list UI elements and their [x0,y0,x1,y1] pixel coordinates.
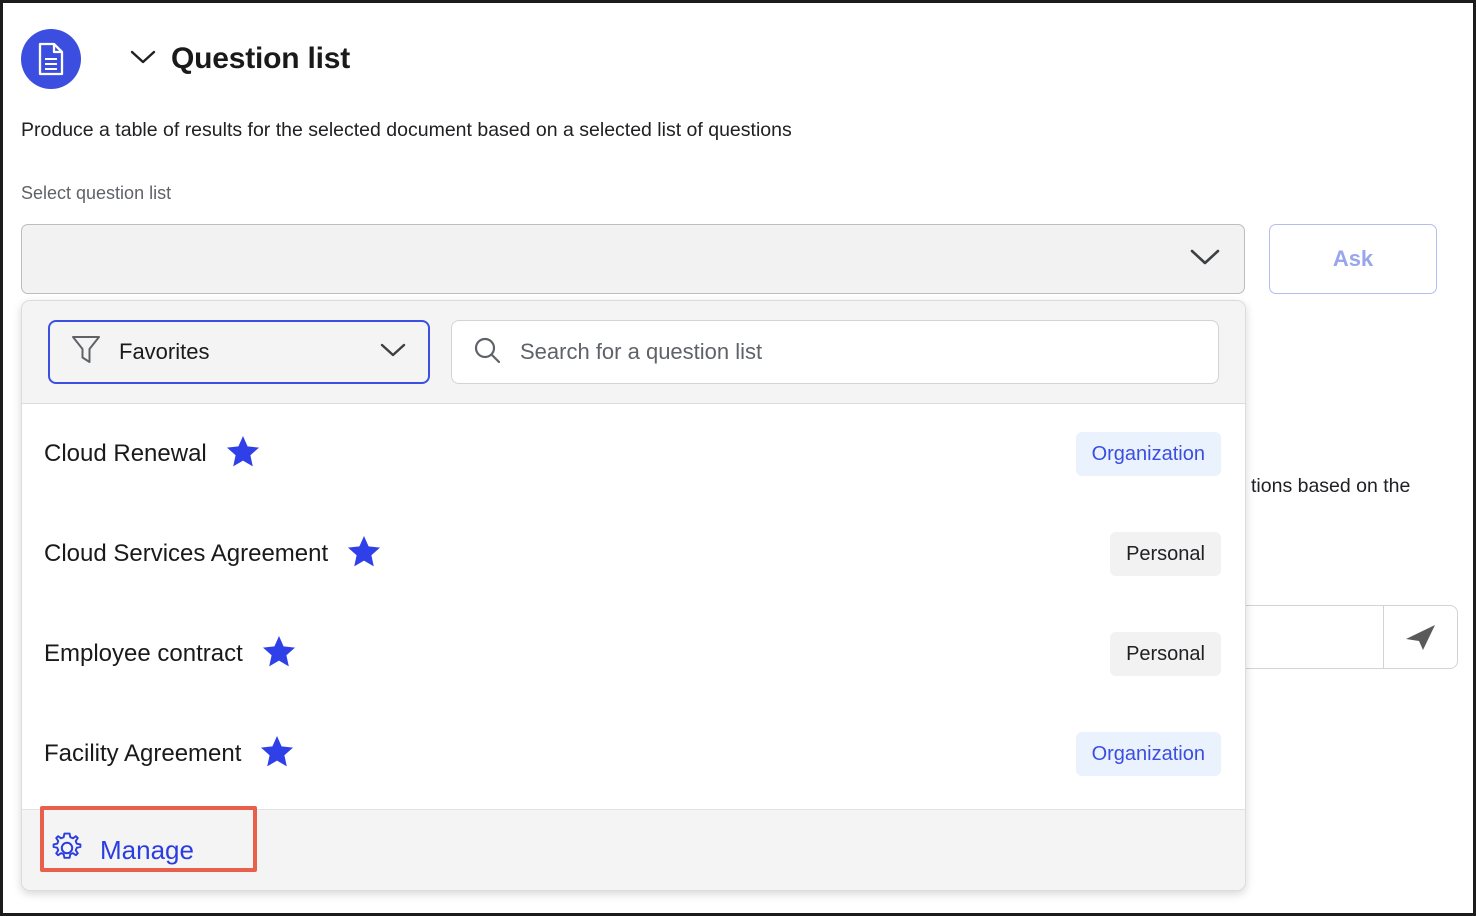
star-icon[interactable] [347,535,381,573]
dropdown-toolbar: Favorites Search for a question list [22,301,1245,404]
search-icon [472,335,502,370]
panel-header: Question list [21,29,350,89]
list-item-label: Cloud Services Agreement [44,540,329,567]
list-item[interactable]: Facility Agreement Organization [22,704,1245,804]
question-list-options: Cloud Renewal Organization Cloud Service… [22,404,1245,809]
status-badge: Organization [1075,432,1221,476]
question-list-dropdown-panel: Favorites Search for a question list Clo… [21,300,1246,891]
chevron-down-icon [378,341,408,364]
page-title: Question list [171,42,351,75]
app-screenshot: tions based on the Question list Produce… [0,0,1476,916]
dropdown-footer: Manage [22,806,1245,890]
filter-icon [70,333,102,372]
question-list-search-input[interactable]: Search for a question list [451,320,1219,384]
ask-button[interactable]: Ask [1269,224,1437,294]
list-item-label: Cloud Renewal [44,440,207,467]
star-icon[interactable] [226,435,260,473]
list-item[interactable]: Employee contract Personal [22,604,1245,704]
question-list-select[interactable] [21,224,1245,294]
search-placeholder: Search for a question list [520,339,763,364]
status-badge: Personal [1110,632,1221,676]
select-question-list-label: Select question list [21,183,172,203]
list-item[interactable]: Cloud Services Agreement Personal [22,504,1245,604]
document-icon [21,29,81,89]
list-item[interactable]: Cloud Renewal Organization [22,404,1245,504]
favorites-filter-label: Favorites [119,339,210,364]
gear-icon [50,831,84,870]
manage-label: Manage [100,834,194,865]
manage-button[interactable]: Manage [50,831,194,870]
star-icon[interactable] [262,635,296,673]
page-subtitle: Produce a table of results for the selec… [21,119,792,141]
status-badge: Personal [1110,532,1221,576]
chevron-down-icon [1188,247,1222,272]
background-description-text: tions based on the [1251,475,1411,497]
list-item-label: Employee contract [44,640,243,667]
list-item-label: Facility Agreement [44,740,242,767]
star-icon[interactable] [260,735,294,773]
chevron-down-icon[interactable] [129,48,157,71]
status-badge: Organization [1075,732,1221,776]
favorites-filter-button[interactable]: Favorites [48,320,430,384]
send-icon[interactable] [1383,606,1457,668]
